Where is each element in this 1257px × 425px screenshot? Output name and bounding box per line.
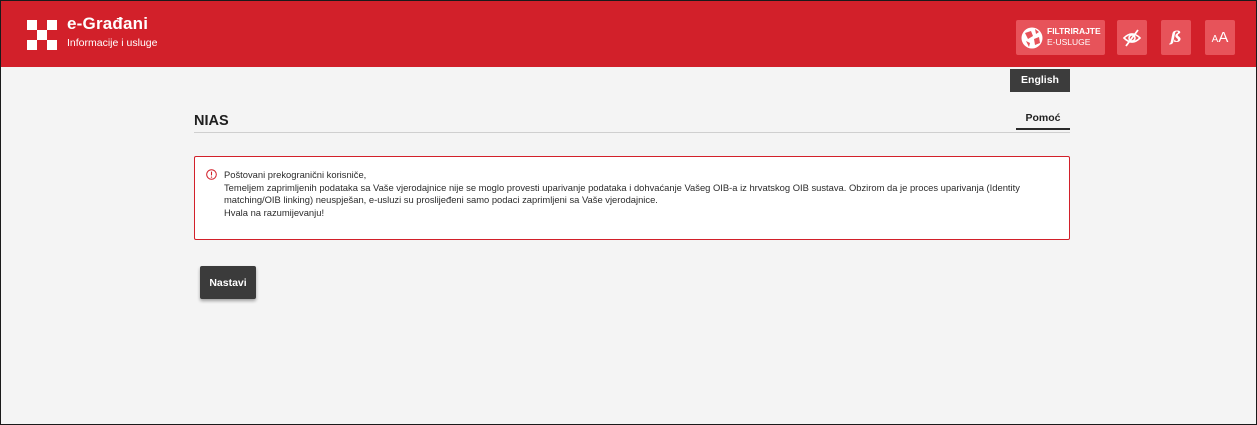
filter-button-line2: E-USLUGE xyxy=(1047,37,1091,47)
alert-closing: Hvala na razumijevanju! xyxy=(224,206,325,218)
eye-slash-icon xyxy=(1122,29,1142,47)
globe-ball-icon xyxy=(1020,26,1044,50)
alert-greeting: Poštovani prekogranični korisniče, xyxy=(224,169,367,180)
filter-button-line1: FILTRIRAJTE xyxy=(1047,26,1101,36)
help-link[interactable]: Pomoć xyxy=(1016,112,1070,124)
continue-button[interactable]: Nastavi xyxy=(200,266,256,299)
filter-services-button[interactable]: FILTRIRAJTE E-USLUGE xyxy=(1016,20,1105,55)
alert-message: Poštovani prekogranični korisniče, Temel… xyxy=(224,169,1054,219)
alert-body: Temeljem zaprimljenih podataka sa Vaše v… xyxy=(224,181,1020,206)
brand-subtitle: Informacije i usluge xyxy=(67,37,158,49)
high-contrast-button[interactable] xyxy=(1117,20,1147,55)
title-divider xyxy=(194,132,1070,133)
browser-viewport: e-Građani Informacije i usluge FILTRIRAJ… xyxy=(0,0,1257,425)
site-header: e-Građani Informacije i usluge FILTRIRAJ… xyxy=(1,1,1256,67)
font-size-button[interactable]: AA xyxy=(1205,20,1235,55)
help-link-underline xyxy=(1016,128,1070,130)
dyslexia-font-button[interactable]: ß xyxy=(1161,20,1191,55)
brand-title[interactable]: e-Građani xyxy=(67,14,148,34)
font-size-large-label: A xyxy=(1218,29,1229,46)
page-title: NIAS xyxy=(194,113,229,129)
checkered-logo-icon[interactable] xyxy=(27,20,57,50)
warning-alert: Poštovani prekogranični korisniče, Temel… xyxy=(194,156,1070,240)
info-circle-icon xyxy=(206,169,217,180)
language-switch-button[interactable]: English xyxy=(1010,69,1070,92)
